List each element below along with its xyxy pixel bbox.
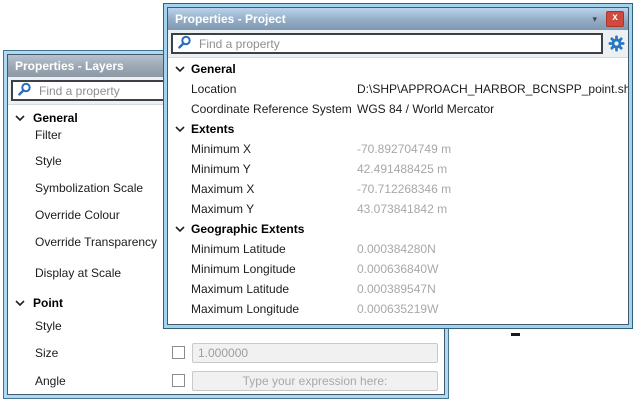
layers-item-override-transparency: Override Transparency bbox=[35, 232, 157, 252]
property-value: 42.491488425 m bbox=[357, 162, 628, 176]
property-label: Coordinate Reference System bbox=[191, 102, 357, 116]
chevron-down-icon bbox=[175, 126, 185, 133]
size-checkbox[interactable] bbox=[172, 346, 185, 359]
property-row-min-y: Minimum Y 42.491488425 m bbox=[168, 159, 628, 179]
property-value: -70.892704749 m bbox=[357, 142, 628, 156]
layers-window-title: Properties - Layers bbox=[15, 59, 124, 73]
layers-item-point-angle: Angle bbox=[35, 371, 66, 391]
property-label: Maximum Latitude bbox=[191, 282, 357, 296]
chevron-down-icon bbox=[15, 115, 25, 122]
property-row-max-y: Maximum Y 43.073841842 m bbox=[168, 199, 628, 219]
section-label: Geographic Extents bbox=[191, 222, 304, 236]
chevron-down-icon bbox=[175, 226, 185, 233]
property-label: Minimum X bbox=[191, 142, 357, 156]
chevron-down-icon bbox=[15, 300, 25, 307]
properties-project-window: Properties - Project ▾ x bbox=[163, 3, 633, 329]
property-label: Minimum Longitude bbox=[191, 262, 357, 276]
property-row-max-longitude: Maximum Longitude 0.000635219W bbox=[168, 299, 628, 319]
project-section-general[interactable]: General bbox=[168, 59, 628, 79]
project-search-input[interactable] bbox=[197, 36, 597, 52]
project-window-title: Properties - Project bbox=[175, 12, 286, 26]
project-titlebar[interactable]: Properties - Project ▾ x bbox=[168, 8, 628, 30]
property-value: WGS 84 / World Mercator bbox=[357, 102, 628, 116]
property-row-min-latitude: Minimum Latitude 0.000384280N bbox=[168, 239, 628, 259]
layers-item-style: Style bbox=[35, 151, 62, 171]
close-icon[interactable]: x bbox=[606, 11, 624, 27]
property-row-max-x: Maximum X -70.712268346 m bbox=[168, 179, 628, 199]
search-icon bbox=[177, 35, 192, 53]
property-row-min-longitude: Minimum Longitude 0.000636840W bbox=[168, 259, 628, 279]
layers-item-filter: Filter bbox=[35, 125, 62, 145]
resize-grip[interactable] bbox=[511, 333, 520, 336]
project-search-box[interactable] bbox=[171, 33, 603, 54]
property-value: 0.000635219W bbox=[357, 302, 628, 316]
layers-item-point-style: Style bbox=[35, 316, 62, 336]
property-value: -70.712268346 m bbox=[357, 182, 628, 196]
layers-item-display-at-scale: Display at Scale bbox=[35, 263, 121, 283]
chevron-down-icon bbox=[175, 66, 185, 73]
project-property-list: General Location D:\SHP\APPROACH_HARBOR_… bbox=[168, 58, 628, 324]
property-row-crs: Coordinate Reference System WGS 84 / Wor… bbox=[168, 99, 628, 119]
angle-expression-input[interactable] bbox=[192, 371, 438, 391]
property-row-min-x: Minimum X -70.892704749 m bbox=[168, 139, 628, 159]
project-search-row bbox=[168, 30, 628, 58]
section-label: General bbox=[191, 62, 236, 76]
gear-icon[interactable] bbox=[607, 35, 625, 52]
property-row-max-latitude: Maximum Latitude 0.000389547N bbox=[168, 279, 628, 299]
property-value: 43.073841842 m bbox=[357, 202, 628, 216]
search-icon bbox=[17, 82, 32, 100]
property-label: Minimum Y bbox=[191, 162, 357, 176]
property-label: Maximum Longitude bbox=[191, 302, 357, 316]
layers-item-symbolization-scale: Symbolization Scale bbox=[35, 178, 143, 198]
property-label: Location bbox=[191, 82, 357, 96]
property-value: 0.000389547N bbox=[357, 282, 628, 296]
layers-item-override-colour: Override Colour bbox=[35, 205, 120, 225]
property-row-location: Location D:\SHP\APPROACH_HARBOR_BCNSPP_p… bbox=[168, 79, 628, 99]
property-value: 0.000636840W bbox=[357, 262, 628, 276]
layers-item-point-size: Size bbox=[35, 343, 58, 363]
window-menu-chevron-icon[interactable]: ▾ bbox=[592, 14, 597, 25]
property-label: Maximum X bbox=[191, 182, 357, 196]
property-value: 0.000384280N bbox=[357, 242, 628, 256]
group-label: Point bbox=[33, 293, 63, 313]
project-section-extents[interactable]: Extents bbox=[168, 119, 628, 139]
angle-checkbox[interactable] bbox=[172, 374, 185, 387]
size-input[interactable] bbox=[192, 343, 438, 363]
property-label: Minimum Latitude bbox=[191, 242, 357, 256]
property-value: D:\SHP\APPROACH_HARBOR_BCNSPP_point.shp bbox=[357, 82, 628, 96]
project-section-geographic-extents[interactable]: Geographic Extents bbox=[168, 219, 628, 239]
section-label: Extents bbox=[191, 122, 234, 136]
property-label: Maximum Y bbox=[191, 202, 357, 216]
layers-group-point[interactable]: Point bbox=[15, 293, 63, 313]
